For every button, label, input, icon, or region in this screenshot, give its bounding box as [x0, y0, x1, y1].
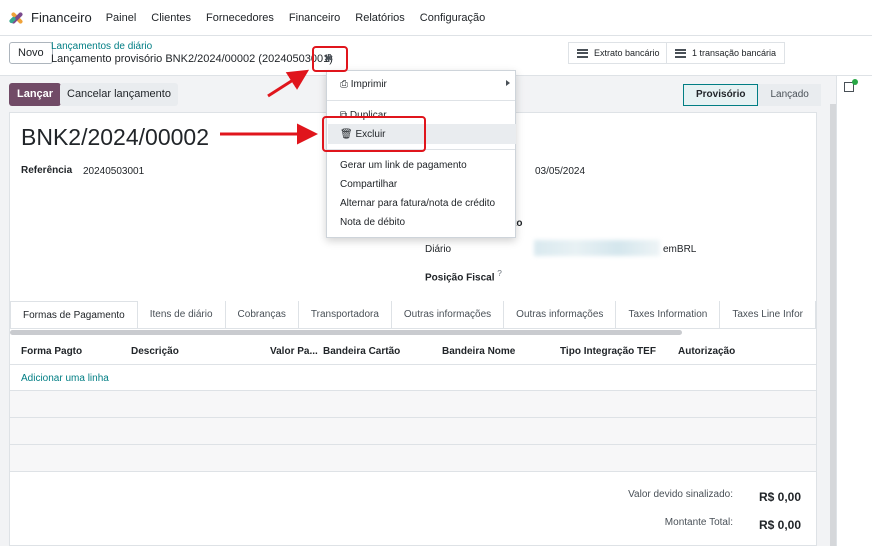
reference-value[interactable]: 20240503001 — [83, 166, 144, 177]
help-icon[interactable]: ? — [497, 268, 502, 278]
side-panel — [836, 76, 872, 546]
annotation-box-gear — [312, 46, 348, 72]
table-divider — [10, 417, 816, 418]
journal-label: Diário — [425, 244, 452, 255]
new-button[interactable]: Novo — [9, 42, 53, 64]
post-button[interactable]: Lançar — [9, 83, 62, 106]
col-autorizacao[interactable]: Autorização — [678, 346, 735, 357]
breadcrumb-parent[interactable]: Lançamentos de diário — [51, 41, 152, 52]
currency-code: BRL — [676, 244, 697, 255]
table-divider — [10, 471, 816, 472]
notebook-tabs: Formas de Pagamento Itens de diário Cobr… — [10, 301, 816, 329]
total-amount-value: R$ 0,00 — [759, 518, 802, 532]
journal-value-blurred[interactable] — [534, 240, 660, 256]
print-label: Imprimir — [350, 79, 387, 90]
list-icon — [577, 48, 588, 58]
tab-taxes-information[interactable]: Taxes Information — [616, 301, 721, 328]
tab-taxes-line-info[interactable]: Taxes Line Infor — [720, 301, 816, 328]
table-row — [10, 418, 816, 444]
status-draft[interactable]: Provisório — [683, 84, 759, 106]
status-posted[interactable]: Lançado — [758, 84, 821, 106]
tab-payment-methods[interactable]: Formas de Pagamento — [10, 301, 138, 328]
bank-statement-label: Extrato bancário — [594, 48, 660, 58]
reference-label: Referência — [21, 165, 73, 176]
document-title: BNK2/2024/00002 — [21, 124, 209, 150]
debit-note-menu-item[interactable]: Nota de débito — [340, 217, 405, 228]
tab-charges[interactable]: Cobranças — [226, 301, 299, 328]
share-menu-item[interactable]: Compartilhar — [340, 179, 397, 190]
menu-clientes[interactable]: Clientes — [151, 12, 191, 24]
breadcrumb-current: Lançamento provisório BNK2/2024/00002 (2… — [51, 53, 333, 65]
table-divider — [10, 390, 816, 391]
col-tipo-integracao-tef[interactable]: Tipo Integração TEF — [560, 346, 656, 357]
menu-painel[interactable]: Painel — [106, 12, 137, 24]
top-navbar: Financeiro Painel Clientes Fornecedores … — [0, 0, 872, 36]
date-value[interactable]: 03/05/2024 — [535, 166, 585, 177]
tab-other-info-1[interactable]: Outras informações — [392, 301, 505, 328]
col-valor-pago[interactable]: Valor Pa... — [270, 346, 318, 357]
table-divider — [10, 364, 816, 365]
fiscal-position-label: Posição Fiscal ? — [425, 268, 502, 283]
app-logo-icon[interactable] — [8, 10, 24, 25]
arrow-to-gear — [267, 69, 310, 98]
list-icon — [675, 48, 686, 58]
table-divider — [10, 444, 816, 445]
chevron-right-icon — [506, 80, 510, 86]
tabs-horizontal-scrollbar[interactable] — [10, 330, 682, 335]
fiscal-position-text: Posição Fiscal — [425, 272, 495, 284]
col-descricao[interactable]: Descrição — [131, 346, 179, 357]
col-bandeira-cartao[interactable]: Bandeira Cartão — [323, 346, 400, 357]
app-name[interactable]: Financeiro — [31, 10, 92, 25]
signed-amount-due-label: Valor devido sinalizado: — [628, 489, 733, 500]
cancel-entry-button[interactable]: Cancelar lançamento — [60, 83, 178, 106]
print-menu-item[interactable]: ⎙ Imprimir — [340, 79, 387, 90]
col-bandeira-nome[interactable]: Bandeira Nome — [442, 346, 515, 357]
signed-amount-due-value: R$ 0,00 — [759, 490, 802, 504]
menu-configuracao[interactable]: Configuração — [420, 12, 485, 24]
tab-other-info-2[interactable]: Outras informações — [504, 301, 617, 328]
bank-transactions-button[interactable]: 1 transação bancária — [666, 42, 786, 64]
menu-fornecedores[interactable]: Fornecedores — [206, 12, 274, 24]
col-forma-pagto[interactable]: Forma Pagto — [21, 346, 82, 357]
menu-financeiro[interactable]: Financeiro — [289, 12, 340, 24]
journal-currency: emBRL — [663, 244, 696, 255]
tab-carrier[interactable]: Transportadora — [299, 301, 392, 328]
status-bar: Provisório Lançado — [683, 84, 821, 106]
switch-invoice-menu-item[interactable]: Alternar para fatura/nota de crédito — [340, 198, 495, 209]
tab-journal-items[interactable]: Itens de diário — [138, 301, 226, 328]
actions-dropdown-menu: ⎙ Imprimir ⧉ Duplicar 🗑 Excluir Gerar um… — [326, 70, 516, 238]
printer-icon: ⎙ — [340, 79, 348, 90]
bank-statement-button[interactable]: Extrato bancário — [568, 42, 669, 64]
table-row — [10, 391, 816, 417]
menu-divider — [327, 100, 515, 101]
table-row — [10, 445, 816, 471]
total-amount-label: Montante Total: — [664, 517, 733, 528]
payment-link-menu-item[interactable]: Gerar um link de pagamento — [340, 160, 467, 171]
bank-transactions-label: 1 transação bancária — [692, 48, 777, 58]
menu-relatorios[interactable]: Relatórios — [355, 12, 405, 24]
add-line-link[interactable]: Adicionar uma linha — [21, 373, 109, 384]
currency-prefix: em — [663, 244, 677, 255]
annotation-box-delete — [322, 116, 426, 152]
activity-dot-icon — [852, 79, 858, 85]
vertical-scrollbar[interactable] — [830, 104, 836, 546]
